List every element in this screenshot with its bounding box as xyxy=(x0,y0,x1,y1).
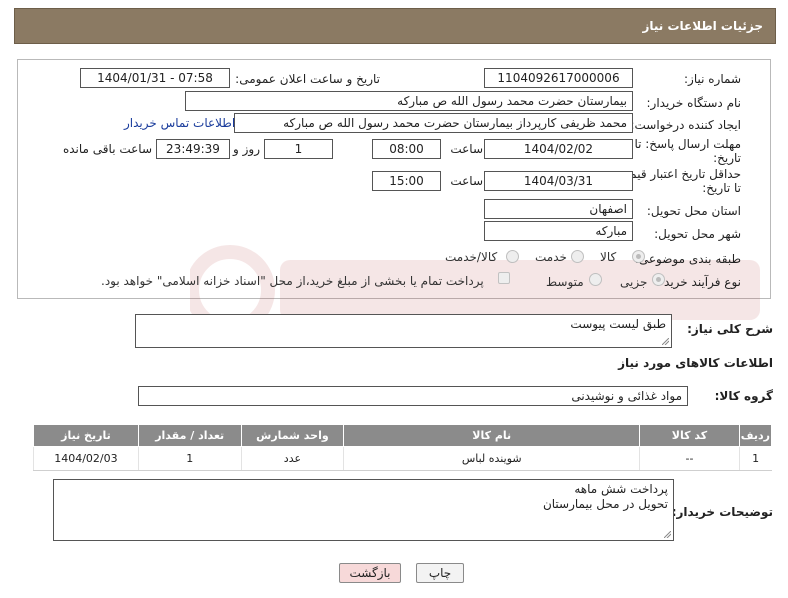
province-label: استان محل تحویل: xyxy=(646,204,741,218)
treasury-note: پرداخت تمام یا بخشی از مبلغ خرید،از محل … xyxy=(101,274,484,288)
cell-code: -- xyxy=(639,446,740,471)
province-field: اصفهان xyxy=(484,199,633,219)
need-number-label: شماره نیاز: xyxy=(684,72,741,86)
validity-time-field: 15:00 xyxy=(372,171,441,191)
category-label: طبقه بندی موضوعی: xyxy=(634,252,741,266)
category-radio-goods[interactable] xyxy=(632,250,645,263)
goods-group-field: مواد غذائی و نوشیدنی xyxy=(138,386,688,406)
col-code: کد کالا xyxy=(639,424,740,447)
process-option-minor: جزیی xyxy=(620,275,648,289)
cell-quantity: 1 xyxy=(137,446,242,471)
process-radio-minor[interactable] xyxy=(652,273,665,286)
deadline-label-line2: تاریخ: xyxy=(713,151,741,165)
col-quantity: تعداد / مقدار xyxy=(137,424,242,447)
goods-group-label: گروه کالا: xyxy=(714,389,773,403)
validity-label-line2: تا تاریخ: xyxy=(702,181,741,195)
goods-section-title: اطلاعات کالاهای مورد نیاز xyxy=(618,356,773,370)
items-table: ردیف کد کالا نام کالا واحد شمارش تعداد /… xyxy=(33,424,773,471)
buyer-notes-line1: پرداخت شش ماهه xyxy=(574,482,668,496)
process-option-medium: متوسط xyxy=(546,275,584,289)
category-option-goods-service: کالا/خدمت xyxy=(445,250,498,264)
resize-grip-icon[interactable] xyxy=(662,338,669,345)
description-text: طبق لیست پیوست xyxy=(570,317,666,331)
category-option-service: خدمت xyxy=(535,250,567,264)
validity-label-line1: حداقل تاریخ اعتبار قیمت: xyxy=(614,167,741,181)
deadline-label: مهلت ارسال پاسخ: تا تاریخ: xyxy=(634,137,741,165)
description-field[interactable]: طبق لیست پیوست xyxy=(135,314,672,348)
cell-unit: عدد xyxy=(240,446,344,471)
table-row: 1 -- شوینده لباس عدد 1 1404/02/03 xyxy=(33,446,772,471)
remaining-time-field: 23:49:39 xyxy=(156,139,230,159)
buyer-notes-line2: تحویل در محل بیمارستان xyxy=(542,497,668,511)
col-unit: واحد شمارش xyxy=(240,424,345,447)
days-field: 1 xyxy=(264,139,333,159)
back-button[interactable]: بازگشت xyxy=(339,563,401,583)
validity-time-label: ساعت xyxy=(450,174,483,188)
buyer-org-field: بیمارستان حضرت محمد رسول الله ص مبارکه xyxy=(185,91,633,111)
days-label: روز و xyxy=(233,142,260,156)
col-date: تاریخ نیاز xyxy=(33,424,139,447)
buyer-org-label: نام دستگاه خریدار: xyxy=(646,96,742,110)
process-radio-medium[interactable] xyxy=(589,273,602,286)
cell-name: شوینده لباس xyxy=(343,446,640,471)
category-radio-service[interactable] xyxy=(571,250,584,263)
cell-date: 1404/02/03 xyxy=(33,446,139,471)
city-label: شهر محل تحویل: xyxy=(654,227,741,241)
city-field: مبارکه xyxy=(484,221,633,241)
creator-label: ایجاد کننده درخواست: xyxy=(630,118,741,132)
need-number-field: 1104092617000006 xyxy=(484,68,633,88)
deadline-time-label: ساعت xyxy=(450,142,483,156)
category-option-goods: کالا xyxy=(600,250,617,264)
print-button[interactable]: چاپ xyxy=(416,563,464,583)
remaining-label: ساعت باقی مانده xyxy=(62,142,152,156)
description-label: شرح کلی نیاز: xyxy=(687,322,773,336)
validity-date-field: 1404/03/31 xyxy=(484,171,633,191)
treasury-checkbox[interactable] xyxy=(498,272,510,284)
creator-field: محمد ظریفی کارپرداز بیمارستان حضرت محمد … xyxy=(234,113,633,133)
col-row: ردیف xyxy=(738,424,773,447)
announce-label: تاریخ و ساعت اعلان عمومی: xyxy=(235,72,380,86)
process-label: نوع فرآیند خرید : xyxy=(656,275,741,289)
buyer-notes-label: توضیحات خریدار: xyxy=(671,505,773,519)
deadline-time-field: 08:00 xyxy=(372,139,441,159)
resize-grip-icon[interactable] xyxy=(664,531,671,538)
deadline-label-line1: مهلت ارسال پاسخ: تا xyxy=(634,137,741,151)
buyer-notes-field[interactable]: پرداخت شش ماهه تحویل در محل بیمارستان xyxy=(53,479,674,541)
buyer-contact-link[interactable]: اطلاعات تماس خریدار xyxy=(124,116,235,130)
col-name: نام کالا xyxy=(343,424,641,447)
items-table-header: ردیف کد کالا نام کالا واحد شمارش تعداد /… xyxy=(33,424,773,447)
page-title: جزئیات اطلاعات نیاز xyxy=(642,19,763,33)
cell-row: 1 xyxy=(738,446,772,471)
announce-field: 1404/01/31 - 07:58 xyxy=(80,68,230,88)
deadline-date-field: 1404/02/02 xyxy=(484,139,633,159)
validity-label: حداقل تاریخ اعتبار قیمت: تا تاریخ: xyxy=(614,167,741,195)
category-radio-goods-service[interactable] xyxy=(506,250,519,263)
page-header: جزئیات اطلاعات نیاز xyxy=(14,8,776,44)
